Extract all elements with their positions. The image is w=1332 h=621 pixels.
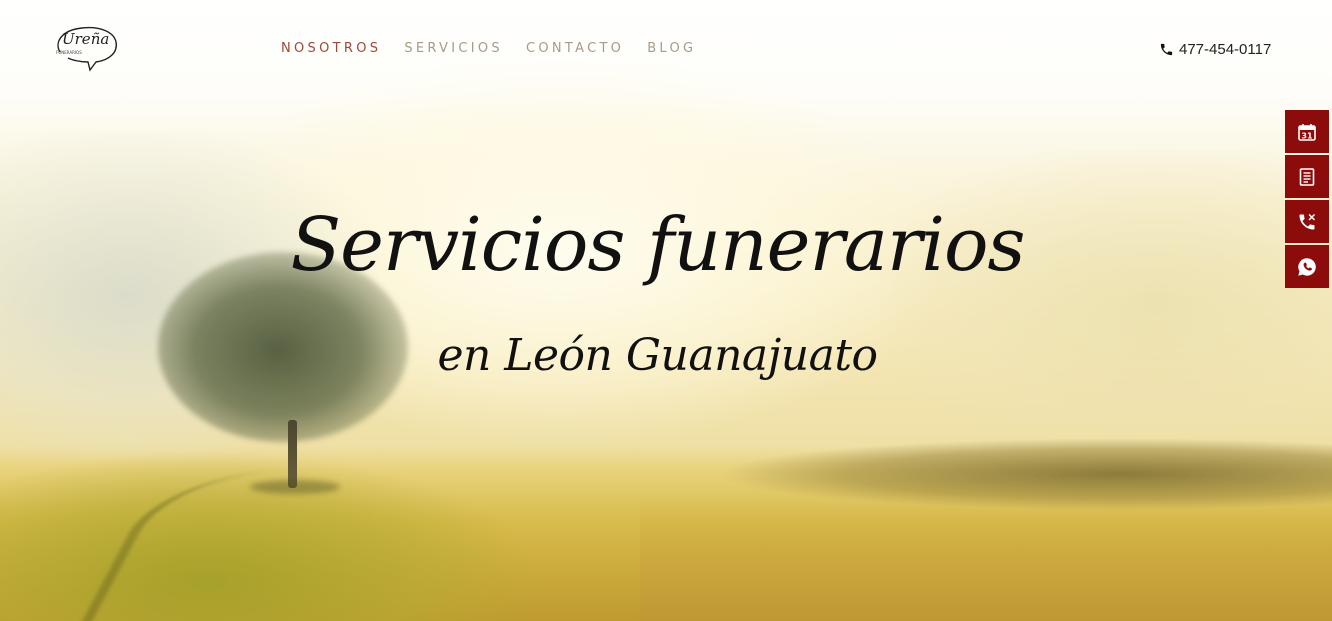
main-nav: NOSOTROS SERVICIOS CONTACTO BLOG	[281, 41, 719, 56]
phone-number: 477-454-0117	[1179, 41, 1272, 58]
whatsapp-button[interactable]	[1285, 245, 1329, 288]
call-button[interactable]	[1285, 200, 1329, 243]
logo-brand-text: Ureña	[62, 30, 109, 48]
document-icon	[1299, 167, 1315, 186]
nav-item-nosotros[interactable]: NOSOTROS	[281, 41, 381, 56]
nav-item-contacto[interactable]: CONTACTO	[526, 41, 624, 56]
nav-item-blog[interactable]: BLOG	[647, 41, 696, 56]
hero-title: Servicios funerarios	[290, 202, 1025, 288]
tree-trunk	[288, 420, 297, 488]
logo-mark: Ureña FUNERARIOS	[56, 26, 117, 72]
header-phone-link[interactable]: 477-454-0117	[1159, 41, 1271, 58]
phone-call-icon	[1299, 213, 1315, 229]
side-action-bar: 31	[1285, 110, 1332, 290]
calendar-button[interactable]: 31	[1285, 110, 1329, 153]
logo-sub-text: FUNERARIOS	[56, 50, 82, 55]
quote-button[interactable]	[1285, 155, 1329, 198]
calendar-icon: 31	[1298, 123, 1316, 141]
nav-item-servicios[interactable]: SERVICIOS	[404, 41, 503, 56]
site-logo[interactable]: Ureña FUNERARIOS	[52, 22, 122, 74]
tree-shadow	[250, 480, 340, 494]
phone-icon	[1159, 42, 1174, 57]
calendar-day: 31	[1301, 131, 1313, 140]
whatsapp-icon	[1298, 257, 1316, 276]
hero-subtitle: en León Guanajuato	[437, 330, 878, 381]
site-header: Ureña FUNERARIOS NOSOTROS SERVICIOS CONT…	[0, 0, 1332, 100]
page: Ureña FUNERARIOS NOSOTROS SERVICIOS CONT…	[0, 0, 1332, 621]
wheat-field	[640, 500, 1332, 621]
